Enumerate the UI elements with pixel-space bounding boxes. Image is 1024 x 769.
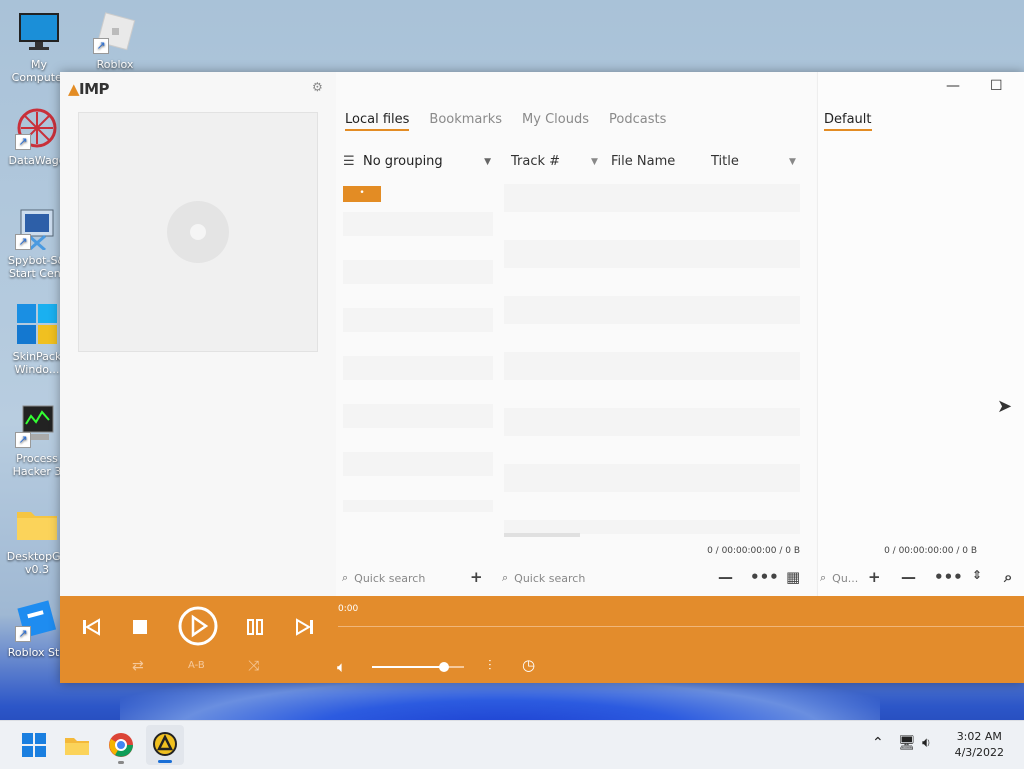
shortcut-arrow-icon: ↗ xyxy=(93,38,109,54)
filter-icon[interactable]: ▼ xyxy=(789,157,796,167)
shortcut-arrow-icon: ↗ xyxy=(15,234,31,250)
track-list[interactable] xyxy=(504,184,800,534)
album-cover xyxy=(78,112,318,352)
running-indicator xyxy=(118,761,124,764)
tab-local-files[interactable]: Local files xyxy=(345,112,410,131)
playlist-status: 0 / 00:00:00:00 / 0 B xyxy=(884,546,977,556)
clock-date: 4/3/2022 xyxy=(954,746,1004,759)
pause-icon[interactable] xyxy=(246,618,264,636)
shuffle-icon[interactable]: ⤨ xyxy=(248,658,259,674)
spybot-icon: ↗ xyxy=(15,206,59,252)
column-label: Title xyxy=(711,154,739,169)
search-placeholder: Quick search xyxy=(354,571,426,585)
playlist-more-icon[interactable]: ••• xyxy=(934,568,963,586)
horizontal-scrollbar[interactable] xyxy=(504,533,580,537)
group-item-badge[interactable]: • xyxy=(343,186,381,202)
remove-button[interactable]: — xyxy=(718,568,733,586)
volume-knob[interactable] xyxy=(438,662,449,672)
grid-view-icon[interactable]: ▦ xyxy=(786,568,800,586)
taskbar-aimp-active[interactable] xyxy=(146,725,184,765)
group-search[interactable]: ⌕ Quick search xyxy=(342,566,425,590)
shortcut-arrow-icon: ↗ xyxy=(15,626,31,642)
mouse-cursor-icon: ➤ xyxy=(997,396,1013,417)
speaker-icon[interactable]: 🔉︎ xyxy=(922,735,931,751)
previous-track-icon[interactable] xyxy=(82,618,100,636)
taskbar-clock[interactable]: 3:02 AM 4/3/2022 xyxy=(955,729,1004,761)
column-label: File Name xyxy=(611,154,676,169)
chrome-icon[interactable] xyxy=(107,731,135,759)
search-placeholder: Qu... xyxy=(832,571,859,585)
playlist-search-icon[interactable]: ⌕ xyxy=(1004,568,1012,586)
add-button[interactable]: + xyxy=(470,568,483,586)
equalizer-icon[interactable]: ⫶ xyxy=(488,658,492,674)
network-icon[interactable]: 🖥︎ xyxy=(898,735,916,751)
app-logo: ▲IMP xyxy=(68,80,110,98)
hamburger-icon: ☰ xyxy=(343,154,355,169)
filter-icon[interactable]: ▼ xyxy=(591,157,598,167)
tab-my-clouds[interactable]: My Clouds xyxy=(522,112,589,131)
group-list[interactable] xyxy=(343,212,493,512)
show-hidden-icons-chevron-icon[interactable]: ⌃ xyxy=(872,735,884,751)
roblox-icon: ↗ xyxy=(93,10,137,54)
chevron-down-icon: ▼ xyxy=(484,157,491,167)
column-file-name[interactable]: File Name xyxy=(611,154,675,169)
player-bar: ⇄ A-B ⤨ 0:00 🔈︎ ⫶ ◷ xyxy=(60,596,1024,683)
tab-podcasts[interactable]: Podcasts xyxy=(609,112,666,131)
monitor-icon xyxy=(17,10,61,54)
folder-icon xyxy=(15,502,59,546)
seek-bar[interactable] xyxy=(338,626,1024,627)
start-windows-icon[interactable] xyxy=(20,731,48,759)
column-label: Track # xyxy=(511,154,561,169)
file-explorer-icon[interactable] xyxy=(63,731,91,759)
search-icon: ⌕ xyxy=(502,571,509,584)
playlist-remove-button[interactable]: — xyxy=(901,568,916,586)
more-icon[interactable]: ••• xyxy=(750,568,779,586)
library-tabs: Local files Bookmarks My Clouds Podcasts xyxy=(345,112,666,131)
volume-slider[interactable] xyxy=(372,662,464,672)
shortcut-arrow-icon: ↗ xyxy=(15,432,31,448)
process-hacker-icon: ↗ xyxy=(15,404,59,448)
ab-repeat-button[interactable]: A-B xyxy=(188,660,205,671)
search-icon: ⌕ xyxy=(820,571,827,584)
gear-icon[interactable]: ⚙ xyxy=(312,80,323,94)
tab-bookmarks[interactable]: Bookmarks xyxy=(429,112,502,131)
track-column-headers: Track # ▼ File Name Title ▼ xyxy=(501,154,801,174)
playlist-search[interactable]: ⌕ Qu... xyxy=(820,566,858,590)
aimp-window: ▲IMP ⚙ Local files Bookmarks My Clouds P… xyxy=(60,72,1024,683)
column-track-number[interactable]: Track # ▼ xyxy=(511,154,598,169)
aimp-taskbar-icon xyxy=(153,732,177,763)
playlist-panel: Default 0 / 00:00:00:00 / 0 B xyxy=(817,72,1024,596)
library-panel: Local files Bookmarks My Clouds Podcasts… xyxy=(336,72,816,596)
roblox-studio-icon: ↗ xyxy=(15,598,59,642)
album-art-panel: ▲IMP ⚙ xyxy=(60,72,336,596)
library-status: 0 / 00:00:00:00 / 0 B xyxy=(707,546,800,556)
volume-fill xyxy=(372,666,444,668)
timer-icon[interactable]: ◷ xyxy=(522,656,535,674)
playlist-add-button[interactable]: + xyxy=(868,568,881,586)
aimp-logo-icon: ▲ xyxy=(68,80,80,98)
grouping-dropdown[interactable]: ☰ No grouping ▼ xyxy=(343,154,491,169)
tab-default-playlist[interactable]: Default xyxy=(824,112,872,131)
taskbar: ⌃ 🖥︎ 🔉︎ 3:02 AM 4/3/2022 xyxy=(0,720,1024,769)
grouping-label: No grouping xyxy=(363,154,443,169)
minimize-button[interactable]: — xyxy=(946,78,960,94)
stop-icon[interactable] xyxy=(131,618,149,636)
logo-text: IMP xyxy=(79,80,110,98)
search-icon: ⌕ xyxy=(342,571,349,584)
current-time: 0:00 xyxy=(338,604,359,614)
search-placeholder: Quick search xyxy=(514,571,586,585)
next-track-icon[interactable] xyxy=(296,618,314,636)
repeat-icon[interactable]: ⇄ xyxy=(132,658,144,674)
maximize-button[interactable]: ☐ xyxy=(990,78,1003,94)
column-title[interactable]: Title ▼ xyxy=(711,154,796,169)
volume-icon[interactable]: 🔈︎ xyxy=(337,658,346,676)
play-icon[interactable] xyxy=(178,606,218,646)
datawago-icon: ↗ xyxy=(15,106,59,150)
windows-logo-icon xyxy=(15,302,59,346)
disc-icon xyxy=(167,201,229,263)
sort-icon[interactable]: ⇕ xyxy=(972,568,982,582)
shortcut-arrow-icon: ↗ xyxy=(15,134,31,150)
library-search[interactable]: ⌕ Quick search xyxy=(502,566,585,590)
clock-time: 3:02 AM xyxy=(956,730,1002,743)
